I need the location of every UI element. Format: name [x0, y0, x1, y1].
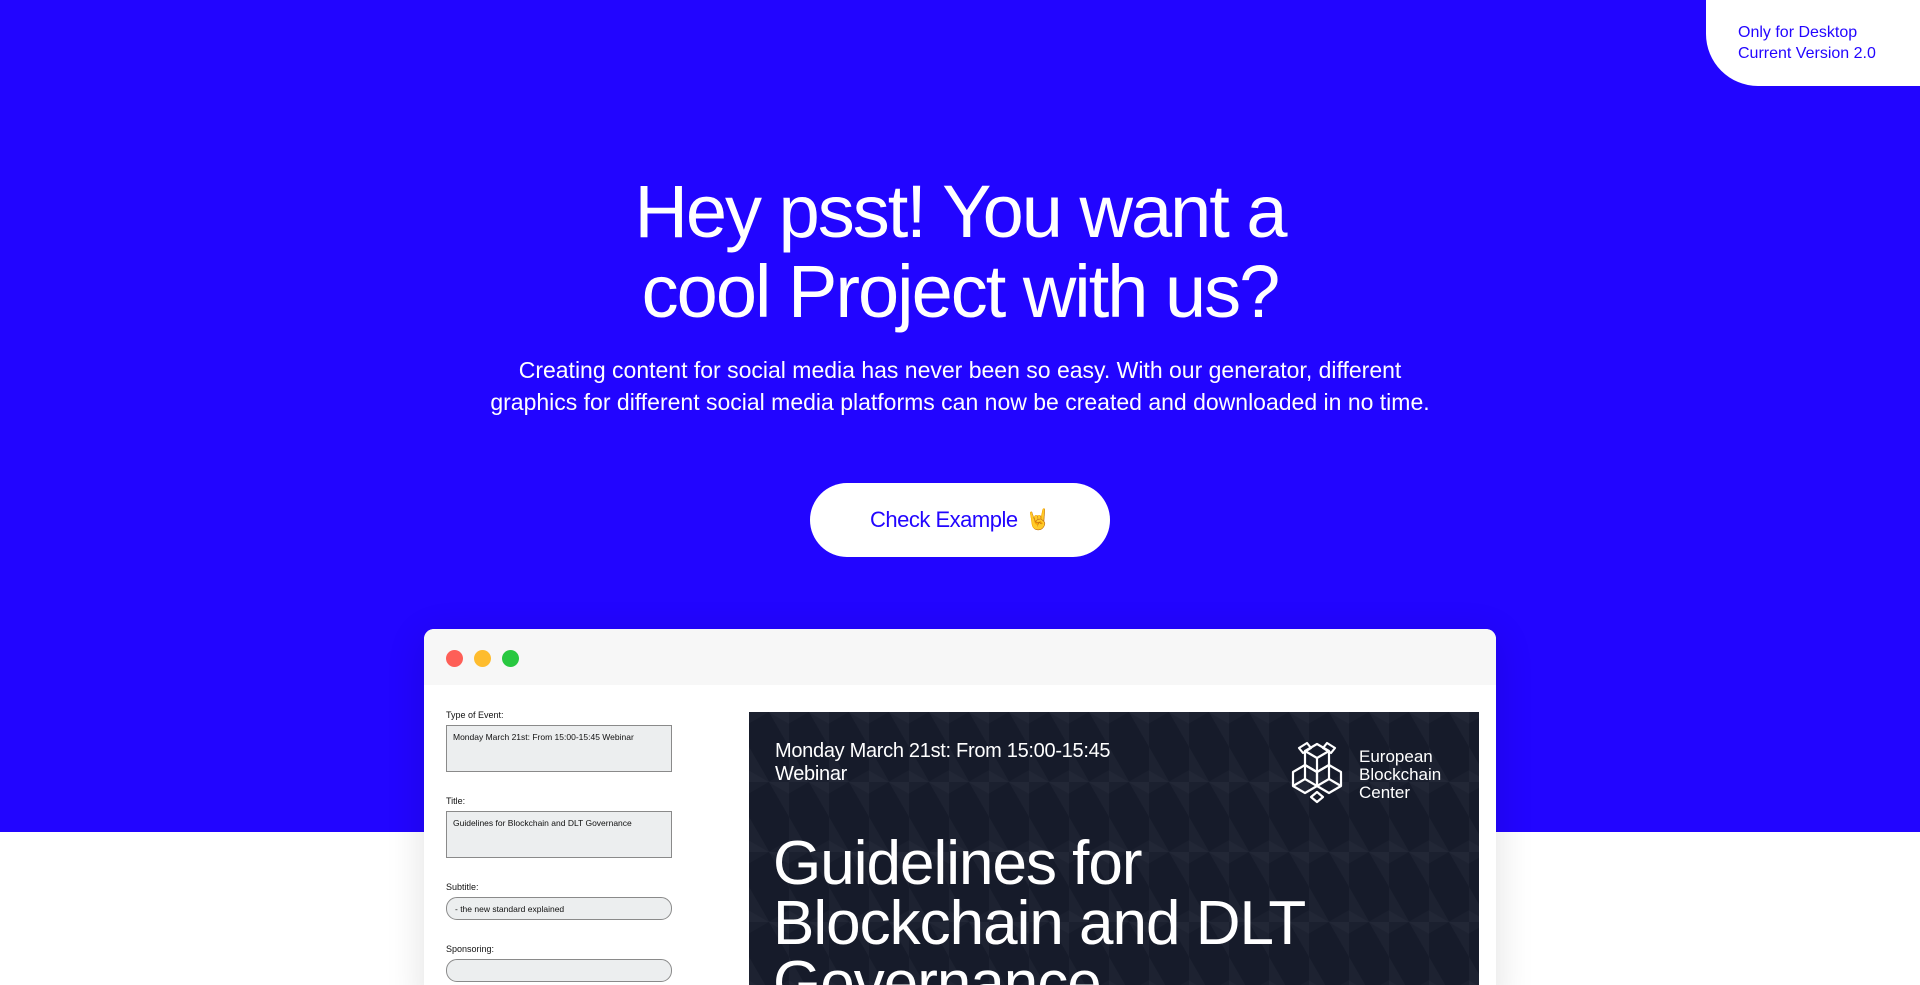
page-headline: Hey psst! You want a cool Project with u…	[0, 172, 1920, 332]
intro-paragraph: Creating content for social media has ne…	[0, 354, 1920, 418]
version-label: Current Version 2.0	[1738, 45, 1876, 62]
generator-form: Type of Event: Monday March 21st: From 1…	[446, 710, 676, 985]
preview-title-line-2: Blockchain and DLT	[773, 889, 1306, 958]
check-example-label: Check Example	[870, 507, 1018, 532]
intro-line-1: Creating content for social media has ne…	[518, 357, 1402, 383]
logo-line-3: Center	[1359, 783, 1411, 802]
title-label: Title:	[446, 796, 466, 806]
window-maximize-dot	[502, 650, 519, 667]
logo-line-2: Blockchain	[1359, 765, 1442, 784]
logo-wordmark: European Blockchain Center	[1359, 740, 1441, 802]
window-minimize-dot	[474, 650, 491, 667]
rock-hand-icon: 🤘	[1025, 509, 1051, 531]
graphic-preview: Monday March 21st: From 15:00-15:45 Webi…	[749, 712, 1479, 985]
desktop-only-note: Only for Desktop	[1738, 24, 1858, 41]
window-close-dot	[446, 650, 463, 667]
event-type-label: Type of Event:	[446, 710, 504, 720]
sponsoring-field[interactable]	[446, 959, 672, 982]
sponsoring-label: Sponsoring:	[446, 944, 495, 954]
subtitle-field[interactable]: - the new standard explained	[446, 897, 672, 920]
intro-line-2: graphics for different social media plat…	[490, 389, 1430, 415]
version-badge: Only for Desktop Current Version 2.0	[1706, 0, 1920, 86]
check-example-button[interactable]: Check Example 🤘	[810, 483, 1110, 557]
preview-title-line-3: Governance	[773, 949, 1102, 985]
preview-event-date: Monday March 21st: From 15:00-15:45	[775, 740, 1111, 762]
title-field[interactable]: Guidelines for Blockchain and DLT Govern…	[446, 811, 672, 858]
headline-line-2: cool Project with us?	[641, 250, 1281, 333]
preview-title-line-1: Guidelines for	[773, 829, 1143, 898]
preview-event-type: Webinar	[775, 763, 848, 785]
event-type-field[interactable]: Monday March 21st: From 15:00-15:45 Webi…	[446, 725, 672, 772]
headline-line-1: Hey psst! You want a	[634, 170, 1287, 253]
preview-title: Guidelines for Blockchain and DLT Govern…	[773, 829, 1306, 985]
blockchain-cube-icon	[1291, 741, 1343, 804]
preview-event-info: Monday March 21st: From 15:00-15:45 Webi…	[775, 740, 1111, 786]
app-preview-window: Type of Event: Monday March 21st: From 1…	[424, 629, 1496, 985]
window-titlebar	[424, 629, 1496, 685]
subtitle-label: Subtitle:	[446, 882, 479, 892]
logo-line-1: European	[1359, 747, 1433, 766]
european-blockchain-center-logo: European Blockchain Center	[1285, 740, 1441, 804]
